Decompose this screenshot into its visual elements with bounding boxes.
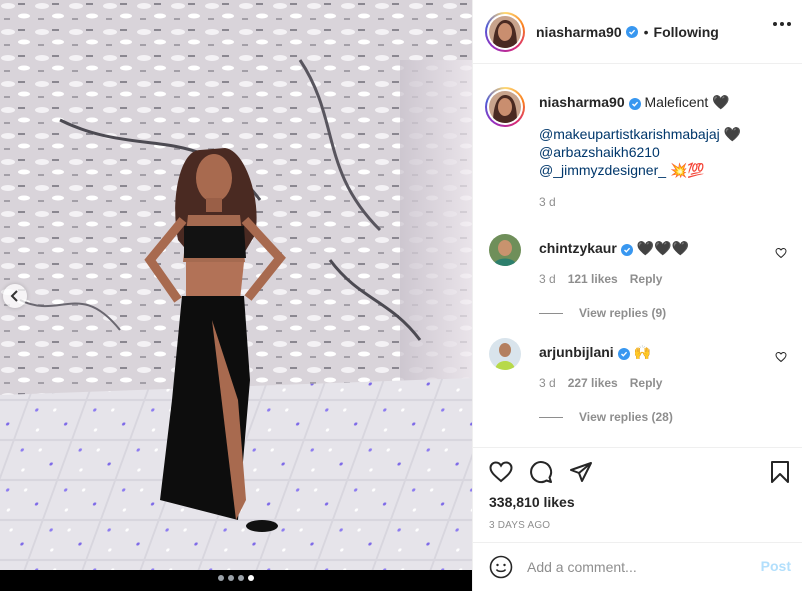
caption-username[interactable]: niasharma90: [539, 94, 625, 110]
commenter-avatar[interactable]: [489, 234, 521, 266]
more-options-icon[interactable]: [773, 22, 791, 26]
post-header: niasharma90 • Following: [473, 0, 802, 64]
caption-age[interactable]: 3 d: [539, 193, 789, 211]
caption-text: Maleficent: [644, 94, 709, 110]
comment-likes[interactable]: 227 likes: [568, 376, 618, 390]
commenter-avatar[interactable]: [489, 338, 521, 370]
emoji-icon[interactable]: [489, 555, 513, 579]
post-date[interactable]: 3 DAYS AGO: [489, 520, 550, 531]
mention-link[interactable]: @arbazshaikh6210: [539, 144, 660, 160]
comment-like-icon[interactable]: [775, 246, 787, 262]
mention-link[interactable]: @makeupartistkarishmabajaj: [539, 126, 720, 142]
comment-input[interactable]: [527, 559, 737, 575]
carousel-prev-button[interactable]: [3, 284, 27, 308]
commenter-username[interactable]: arjunbijlani: [539, 344, 614, 360]
carousel-dot: [228, 575, 234, 581]
header-separator: •: [643, 23, 649, 40]
view-replies-button[interactable]: View replies (9): [539, 306, 666, 320]
author-avatar[interactable]: [485, 11, 525, 52]
photo-scene: [0, 0, 472, 570]
like-count[interactable]: 338,810 likes: [489, 494, 575, 510]
avatar-image: [489, 15, 521, 48]
view-replies-label: View replies (28): [579, 410, 673, 424]
comment-likes[interactable]: 121 likes: [568, 272, 618, 286]
avatar-image: [489, 234, 521, 266]
post-photo[interactable]: [0, 0, 472, 591]
verified-badge-icon: [620, 244, 633, 256]
instagram-post-modal: niasharma90 • Following niasharma90 Male…: [0, 0, 802, 591]
author-username[interactable]: niasharma90: [536, 24, 622, 40]
carousel-dot: [238, 575, 244, 581]
view-replies-button[interactable]: View replies (28): [539, 410, 673, 424]
commenter-username[interactable]: chintzykaur: [539, 240, 617, 256]
mention-link[interactable]: @_jimmyzdesigner_: [539, 162, 666, 178]
verified-badge-icon: [625, 25, 638, 38]
reply-button[interactable]: Reply: [630, 272, 663, 286]
comment-text: 🙌: [633, 344, 652, 360]
comment-text: 🖤🖤🖤: [636, 240, 689, 256]
verified-badge-icon: [628, 98, 641, 110]
post-actions: 338,810 likes 3 DAYS AGO: [473, 447, 802, 542]
bookmark-icon[interactable]: [769, 460, 791, 484]
add-comment-bar: Post: [473, 542, 802, 591]
verified-badge-icon: [617, 348, 630, 360]
caption-author-avatar[interactable]: [485, 87, 525, 127]
mention-emoji: 🖤: [723, 126, 742, 142]
comment-age[interactable]: 3 d: [539, 272, 556, 286]
carousel-dot: [218, 575, 224, 581]
view-replies-label: View replies (9): [579, 306, 667, 320]
share-icon[interactable]: [569, 460, 593, 484]
comment-icon[interactable]: [529, 460, 553, 484]
comment-age[interactable]: 3 d: [539, 376, 556, 390]
mention-emoji: 💥💯: [669, 162, 705, 178]
post-details-panel: niasharma90 • Following niasharma90 Male…: [472, 0, 802, 591]
avatar-image: [489, 91, 521, 123]
caption-emoji: 🖤: [712, 94, 730, 110]
carousel-dot-active: [248, 575, 254, 581]
chevron-left-icon: [10, 290, 18, 302]
heart-icon[interactable]: [489, 460, 513, 484]
comment-like-icon[interactable]: [775, 350, 787, 366]
reply-button[interactable]: Reply: [630, 376, 663, 390]
carousel-indicator: [0, 575, 472, 581]
comments-scroll-area[interactable]: niasharma90 Maleficent 🖤 @makeupartistka…: [473, 65, 802, 447]
avatar-image: [489, 338, 521, 370]
post-comment-button[interactable]: Post: [761, 558, 791, 574]
following-button[interactable]: Following: [654, 24, 719, 40]
